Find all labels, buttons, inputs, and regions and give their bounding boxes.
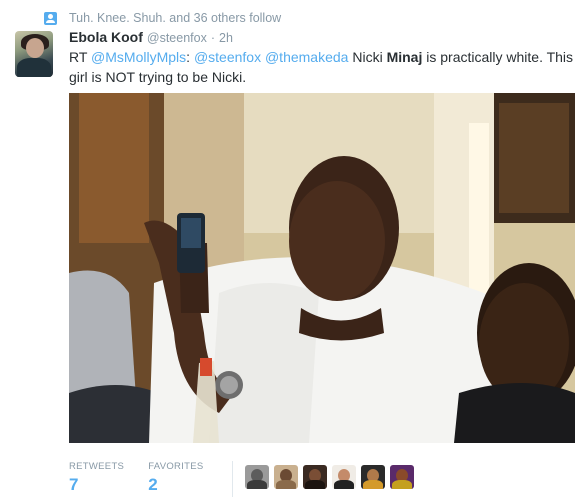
favoriters-avatars bbox=[245, 465, 419, 489]
social-context: Tuh. Knee. Shuh. and 36 others follow bbox=[44, 9, 281, 27]
author-avatar[interactable] bbox=[15, 31, 53, 77]
favoriter-avatar-6[interactable] bbox=[390, 465, 414, 489]
mention-themakeda[interactable]: @themakeda bbox=[265, 49, 348, 65]
tweet-text: RT @MsMollyMpls: @steenfox @themakeda Ni… bbox=[69, 47, 575, 87]
tweet-stats: RETWEETS 7 FAVORITES 2 bbox=[69, 461, 233, 497]
stats-divider bbox=[232, 461, 233, 497]
retweets-count[interactable]: 7 bbox=[69, 475, 124, 495]
mention-steenfox[interactable]: @steenfox bbox=[194, 49, 261, 65]
tweet-header: Ebola Koof @steenfox · 2h bbox=[69, 29, 233, 47]
author-handle[interactable]: @steenfox bbox=[147, 31, 207, 45]
keyword-highlight: Minaj bbox=[386, 49, 423, 65]
favorites-count[interactable]: 2 bbox=[148, 475, 203, 495]
follow-person-icon bbox=[44, 11, 57, 25]
tweet-photo[interactable] bbox=[69, 93, 575, 443]
favoriter-avatar-5[interactable] bbox=[361, 465, 385, 489]
author-name[interactable]: Ebola Koof bbox=[69, 29, 143, 45]
text-colon: : bbox=[186, 49, 194, 65]
favoriter-avatar-3[interactable] bbox=[303, 465, 327, 489]
mention-msmollympls[interactable]: @MsMollyMpls bbox=[91, 49, 186, 65]
tweet-timestamp[interactable]: 2h bbox=[219, 31, 233, 45]
social-context-text[interactable]: Tuh. Knee. Shuh. and 36 others follow bbox=[69, 11, 281, 25]
favorites-label: FAVORITES bbox=[148, 461, 204, 472]
rt-prefix: RT bbox=[69, 49, 92, 65]
text-pre: Nicki bbox=[348, 49, 387, 65]
favoriter-avatar-4[interactable] bbox=[332, 465, 356, 489]
retweets-label: RETWEETS bbox=[69, 461, 125, 472]
retweets-stat[interactable]: RETWEETS 7 bbox=[69, 461, 124, 495]
favoriter-avatar-2[interactable] bbox=[274, 465, 298, 489]
favoriter-avatar-1[interactable] bbox=[245, 465, 269, 489]
favorites-stat[interactable]: FAVORITES 2 bbox=[148, 461, 203, 495]
time-separator: · bbox=[210, 31, 216, 45]
